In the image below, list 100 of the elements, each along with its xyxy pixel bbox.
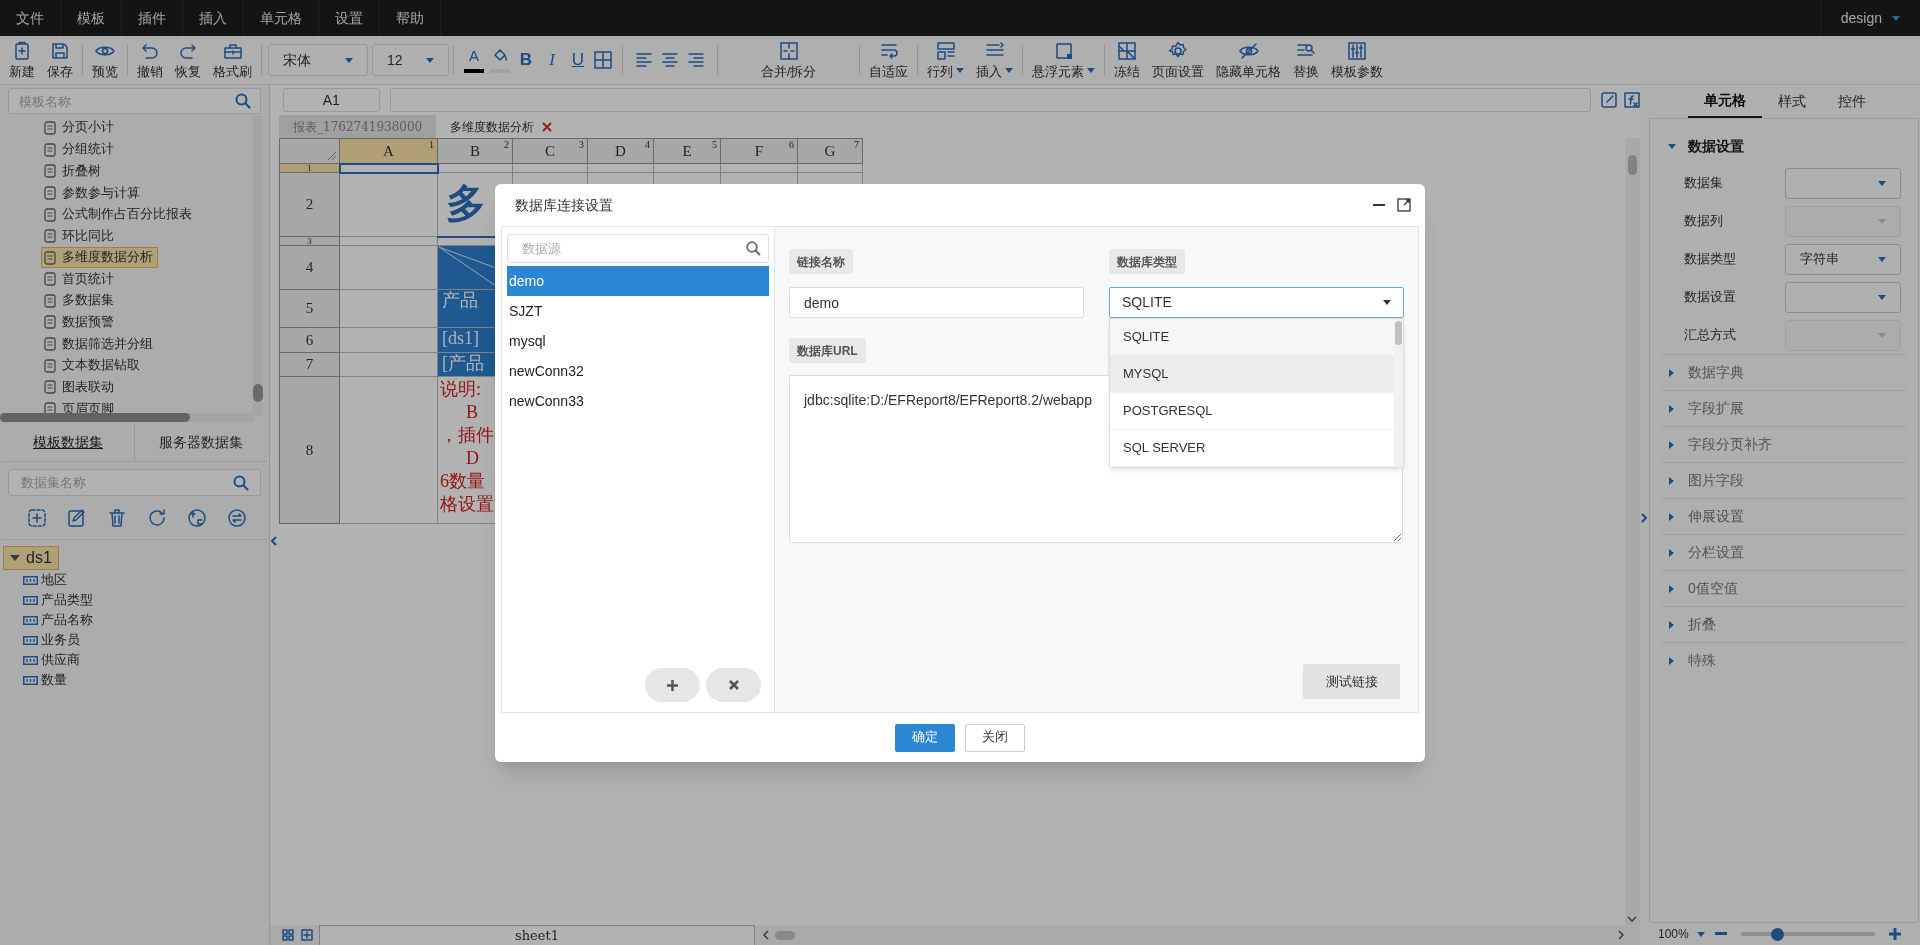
template-item[interactable]: 数据预警 [42,311,116,334]
select-field[interactable]: 字符串 [1785,243,1901,275]
edit-formula-button[interactable] [1601,92,1617,108]
fill-color-button[interactable] [490,47,510,73]
template-item[interactable]: 数据筛选并分组 [42,333,155,355]
new-button[interactable]: 新建 [4,38,40,82]
connection-item[interactable]: SJZT [507,296,769,326]
section-header[interactable]: 数据字典 [1662,355,1906,390]
connection-item[interactable]: demo [507,266,769,296]
zoom-in-button[interactable] [1888,928,1901,940]
maximize-button[interactable] [1397,198,1411,212]
page-setup-button[interactable]: 页面设置 [1147,38,1210,82]
field-node[interactable]: 业务员 [3,630,80,650]
section-header[interactable]: 伸展设置 [1662,499,1906,534]
sync-button[interactable] [227,507,247,528]
template-item[interactable]: 折叠树 [42,160,103,183]
formula-field[interactable] [389,88,1591,112]
add-dataset-button[interactable] [27,507,47,528]
dataset-tab[interactable]: 服务器数据集 [134,424,267,461]
connection-item[interactable]: newConn32 [507,356,769,386]
row-header[interactable]: 7 [279,352,340,377]
template-params-button[interactable]: 模板参数 [1326,38,1389,82]
confirm-button[interactable]: 确定 [895,723,955,752]
template-item[interactable]: 多维度数据分析 [41,247,158,269]
column-header[interactable]: F 6 [720,138,798,164]
search-field[interactable]: 数据集名称 [8,469,261,496]
section-header[interactable]: 特殊 [1662,643,1906,678]
column-header[interactable]: E 5 [653,138,721,164]
section-header[interactable]: 字段分页补齐 [1662,427,1906,462]
column-header[interactable]: B 2 [437,138,513,164]
row-header[interactable]: 8 [279,376,340,524]
refresh-button[interactable] [147,507,167,528]
field-node[interactable]: 供应商 [3,650,80,670]
search-field[interactable]: 数据源 [507,234,769,263]
scrollbar-thumb[interactable] [0,413,190,422]
scrollbar-thumb[interactable] [775,930,795,940]
function-button[interactable] [1624,92,1640,108]
row-header[interactable]: 5 [279,289,340,328]
row-header[interactable]: 2 [279,172,340,237]
float-element-button[interactable]: 悬浮元素 [1027,38,1101,82]
redo-button[interactable]: 恢复 [170,38,206,82]
vertical-scrollbar[interactable] [253,116,263,416]
hide-cells-button[interactable]: 隐藏单元格 [1211,38,1287,82]
replace-button[interactable]: 替换 [1288,38,1325,82]
property-tab[interactable]: 控件 [1822,85,1882,118]
column-header[interactable]: G 7 [797,138,863,164]
scrollbar-thumb[interactable] [253,384,263,402]
zoom-dropdown-button[interactable] [1696,931,1707,937]
borders-button[interactable] [594,50,614,70]
freeze-button[interactable]: 冻结 [1109,38,1146,82]
dataset-node[interactable]: ds1 [3,546,59,570]
add-button[interactable] [645,668,700,702]
font-select[interactable]: 宋体 [268,44,368,76]
template-item[interactable]: 分组统计 [42,138,116,161]
section-header[interactable]: 折叠 [1662,607,1906,642]
template-item[interactable]: 文本数据钻取 [42,354,142,377]
name-input[interactable]: demo [789,287,1084,318]
connection-item[interactable]: newConn33 [507,386,769,416]
sheet-tab[interactable]: sheet1 [319,925,755,945]
merge-split-button[interactable]: 合并/拆分 [756,38,822,82]
template-item[interactable]: 参数参与计算 [42,182,142,204]
vertical-scrollbar[interactable] [1625,138,1640,925]
close-button[interactable]: 关闭 [965,723,1025,752]
field-node[interactable]: 地区 [3,570,67,590]
bold-button[interactable]: B [516,47,536,73]
cell-reference[interactable]: A1 [283,88,380,112]
field-node[interactable]: 数量 [3,670,67,690]
connection-item[interactable]: mysql [507,326,769,356]
row-header[interactable]: 3 [279,236,340,246]
font-color-button[interactable]: A [464,47,484,73]
column-header[interactable]: C 3 [512,138,588,164]
scrollbar-thumb[interactable] [1395,321,1402,345]
property-tab[interactable]: 样式 [1762,85,1822,118]
template-item[interactable]: 环比同比 [42,225,116,248]
align-right-button[interactable] [687,50,705,70]
column-header[interactable]: D 4 [587,138,654,164]
test-connection-button[interactable]: 测试链接 [1303,664,1400,699]
save-button[interactable]: 保存 [42,38,78,82]
underline-button[interactable]: U [568,47,588,73]
template-item[interactable]: 多数据集 [42,289,116,312]
autofit-button[interactable]: 自适应 [864,38,914,82]
field-node[interactable]: 产品名称 [3,610,93,630]
section-header[interactable]: 数据设置 [1662,129,1906,164]
format-painter-button[interactable]: 格式刷 [208,38,257,82]
row-column-button[interactable]: 行列 [922,38,970,82]
row-header[interactable]: 4 [279,245,340,290]
scrollbar-thumb[interactable] [1628,155,1637,175]
template-item[interactable]: 分页小计 [42,117,116,139]
search-field[interactable]: 模板名称 [8,88,261,114]
delete-button[interactable] [706,668,761,702]
undo-button[interactable]: 撤销 [132,38,168,82]
delete-dataset-button[interactable] [107,507,127,528]
section-header[interactable]: 字段扩展 [1662,391,1906,426]
section-header[interactable]: 分栏设置 [1662,535,1906,570]
section-header[interactable]: 0值空值 [1662,571,1906,606]
row-header[interactable]: 6 [279,327,340,353]
select-field[interactable] [1785,281,1901,313]
select-field[interactable] [1785,167,1901,199]
align-center-button[interactable] [661,50,679,70]
column-header[interactable]: A 1 [339,138,438,164]
